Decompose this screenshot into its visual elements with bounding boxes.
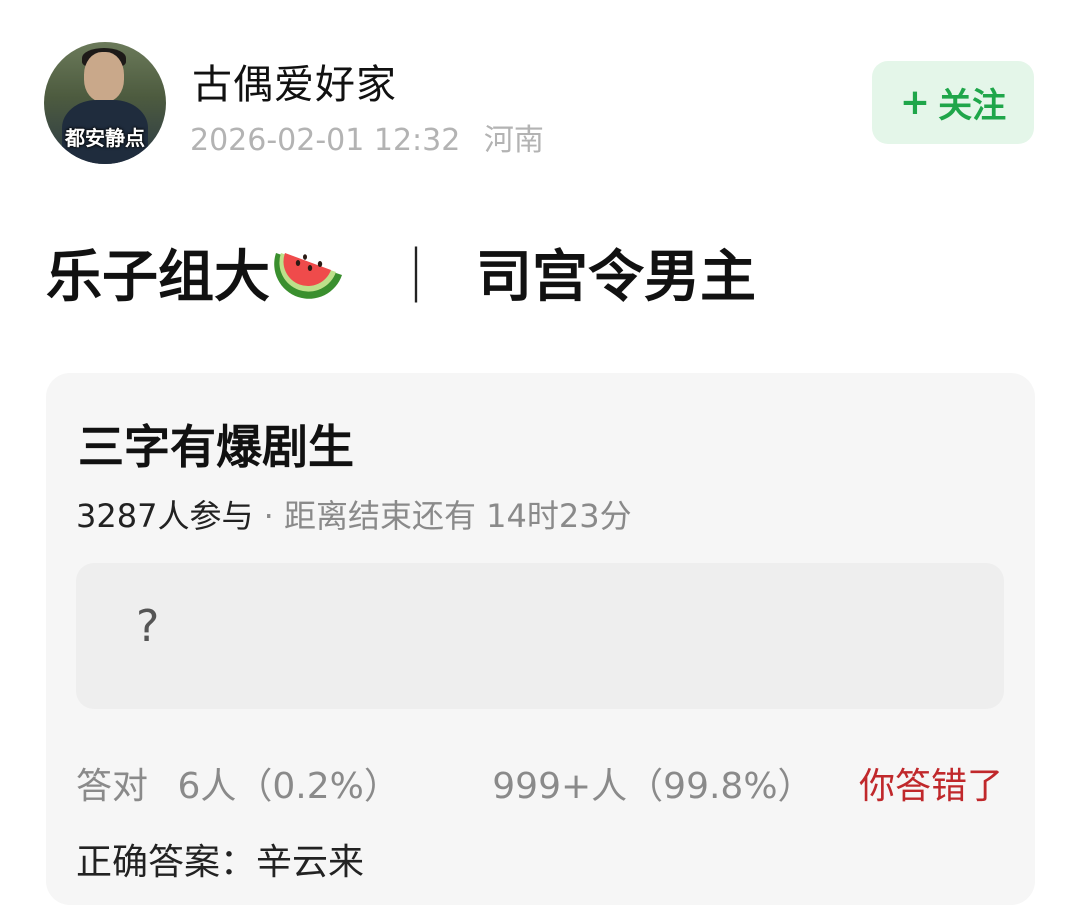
- answer-box[interactable]: ?: [76, 563, 1004, 709]
- avatar-face: [84, 52, 124, 102]
- quiz-card: 三字有爆剧生 3287人参与 · 距离结束还有 14时23分 ? 答对 6人（0…: [46, 373, 1035, 905]
- avatar-badge-text: 都安静点: [65, 126, 145, 150]
- quiz-title: 三字有爆剧生: [78, 420, 354, 474]
- post-datetime: 2026-02-01 12:32: [190, 123, 461, 158]
- avatar[interactable]: 都安静点: [44, 42, 166, 164]
- follow-button[interactable]: + 关注: [872, 61, 1034, 144]
- quiz-participants: 3287人参与: [76, 497, 254, 535]
- quiz-time-left: · 距离结束还有 14时23分: [263, 497, 632, 535]
- post-meta: 2026-02-01 12:32 河南: [190, 115, 544, 159]
- follow-label: 关注: [938, 86, 1007, 126]
- post-title-left: 乐子组大: [46, 245, 270, 310]
- post-page: 都安静点 古偶爱好家 2026-02-01 12:32 河南 + 关注 乐子组大…: [0, 0, 1080, 912]
- wrong-count: 999+人（99.8%）: [492, 766, 814, 807]
- answer-placeholder: ?: [136, 601, 160, 652]
- correct-label: 答对: [76, 766, 149, 807]
- post-location: 河南: [483, 123, 544, 158]
- wrong-stat: 999+人（99.8%） 你答错了: [492, 757, 1003, 809]
- post-title: 乐子组大 ｜ 司宫令男主: [46, 232, 756, 313]
- correct-count: 6人（0.2%）: [177, 766, 400, 807]
- correct-stat: 答对 6人（0.2%）: [76, 757, 400, 809]
- watermelon-icon: [274, 252, 342, 299]
- wrong-label: 你答错了: [858, 766, 1003, 807]
- post-title-right: 司宫令男主: [476, 245, 756, 310]
- post-title-separator: ｜: [388, 245, 444, 310]
- correct-answer: 正确答案：辛云来: [76, 842, 365, 883]
- plus-icon: +: [899, 82, 931, 123]
- username[interactable]: 古偶爱好家: [192, 52, 397, 110]
- quiz-info: 3287人参与 · 距离结束还有 14时23分: [76, 491, 632, 537]
